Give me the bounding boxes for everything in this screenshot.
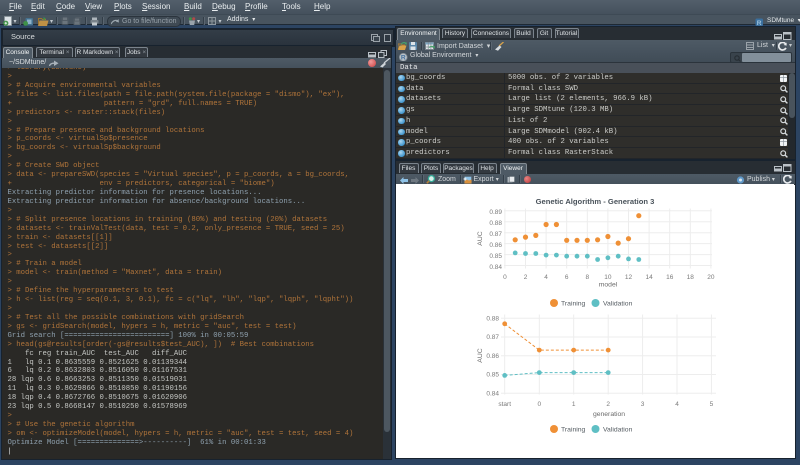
svg-text:0.86: 0.86 [486, 352, 499, 359]
svg-text:0.85: 0.85 [489, 253, 502, 260]
svg-text:2: 2 [606, 401, 610, 408]
svg-text:AUC: AUC [477, 348, 484, 362]
svg-text:5: 5 [710, 401, 714, 408]
svg-text:8: 8 [585, 274, 589, 281]
svg-text:10: 10 [604, 274, 612, 281]
svg-text:0.89: 0.89 [489, 209, 502, 216]
svg-text:3: 3 [641, 401, 645, 408]
svg-text:18: 18 [687, 274, 695, 281]
svg-text:Training: Training [561, 300, 586, 307]
svg-text:0.88: 0.88 [486, 315, 499, 322]
svg-text:16: 16 [666, 274, 674, 281]
svg-text:Training: Training [561, 426, 586, 433]
svg-text:Validation: Validation [603, 300, 633, 307]
svg-text:0.88: 0.88 [489, 220, 502, 227]
svg-text:0.87: 0.87 [489, 231, 502, 238]
svg-text:12: 12 [625, 274, 633, 281]
svg-text:R: R [757, 19, 762, 26]
svg-text:R: R [401, 54, 406, 61]
svg-text:Genetic Algorithm - Generation: Genetic Algorithm - Generation 3 [536, 197, 655, 206]
svg-text:2: 2 [524, 274, 528, 281]
svg-text:start: start [498, 401, 511, 408]
svg-text:0.84: 0.84 [489, 263, 502, 270]
svg-text:Validation: Validation [603, 426, 633, 433]
svg-text:0.85: 0.85 [486, 371, 499, 378]
svg-text:1: 1 [572, 401, 576, 408]
svg-text:14: 14 [645, 274, 653, 281]
svg-text:6: 6 [565, 274, 569, 281]
svg-text:0.86: 0.86 [489, 242, 502, 249]
svg-text:4: 4 [544, 274, 548, 281]
svg-text:generation: generation [593, 411, 625, 418]
svg-text:model: model [599, 281, 618, 288]
svg-text:0.84: 0.84 [486, 390, 499, 397]
svg-text:AUC: AUC [477, 231, 484, 245]
svg-text:4: 4 [675, 401, 679, 408]
svg-text:0.87: 0.87 [486, 334, 499, 341]
svg-text:0: 0 [537, 401, 541, 408]
svg-text:0: 0 [503, 274, 507, 281]
svg-text:20: 20 [707, 274, 715, 281]
